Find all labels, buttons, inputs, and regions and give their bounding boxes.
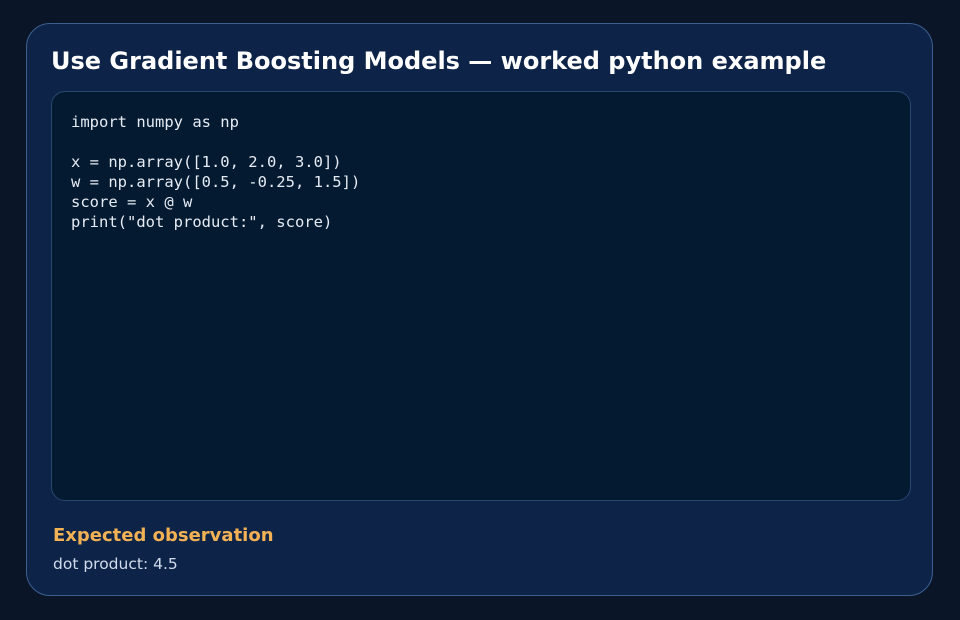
code-line: print("dot product:", score): [71, 213, 333, 231]
card-title: Use Gradient Boosting Models — worked py…: [51, 47, 827, 75]
page: Use Gradient Boosting Models — worked py…: [0, 0, 960, 620]
observation-heading: Expected observation: [53, 525, 274, 546]
code-line: score = x @ w: [71, 193, 193, 211]
code-line: import numpy as np: [71, 113, 239, 131]
code-line: w = np.array([0.5, -0.25, 1.5]): [71, 173, 361, 191]
code-block[interactable]: import numpy as np x = np.array([1.0, 2.…: [71, 112, 360, 232]
observation-text: dot product: 4.5: [53, 555, 178, 573]
code-line: x = np.array([1.0, 2.0, 3.0]): [71, 153, 342, 171]
code-panel[interactable]: import numpy as np x = np.array([1.0, 2.…: [51, 91, 911, 501]
example-card: Use Gradient Boosting Models — worked py…: [26, 23, 933, 596]
